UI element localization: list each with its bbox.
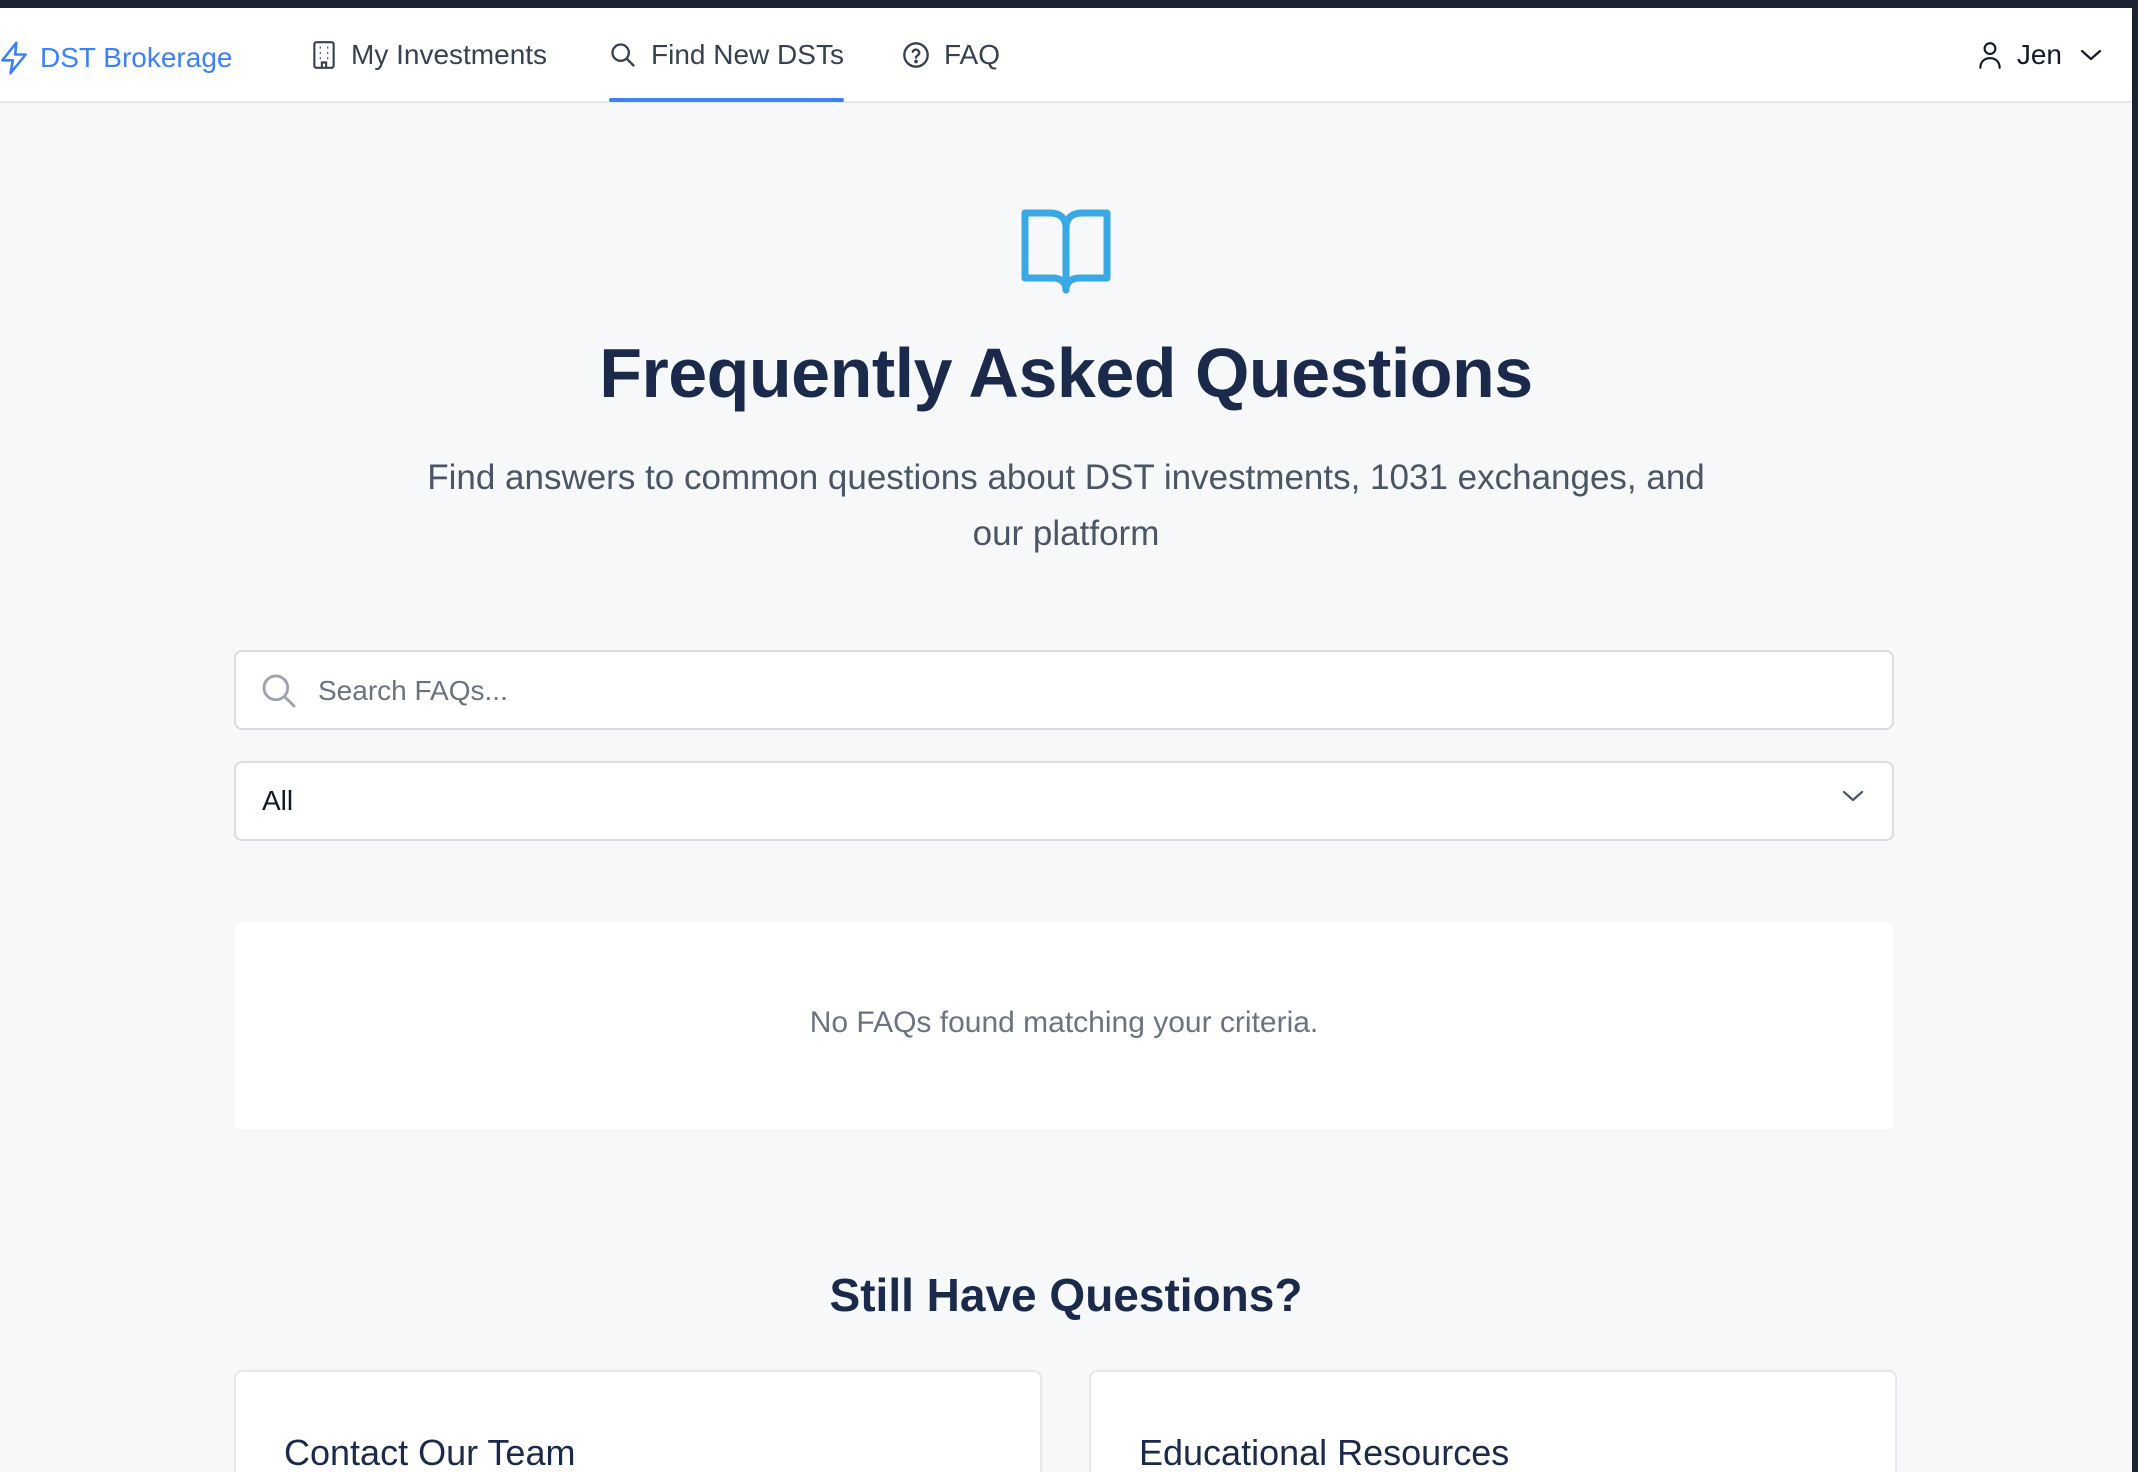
faq-results-empty: No FAQs found matching your criteria. (234, 922, 1894, 1130)
nav-item-label: My Investments (351, 38, 548, 70)
page-title: Frequently Asked Questions (599, 334, 1533, 412)
help-circle-icon (903, 41, 929, 68)
brand-link[interactable]: DST Brokerage (0, 38, 232, 78)
user-menu[interactable]: Jen (1977, 8, 2102, 101)
page-subtitle: Find answers to common questions about D… (427, 458, 1705, 553)
faq-search (234, 650, 1894, 730)
selected-category: All (262, 785, 294, 816)
nav-item-label: Find New DSTs (651, 38, 844, 70)
search-input[interactable] (316, 652, 1880, 730)
search-icon (611, 42, 635, 67)
lightning-icon (1, 41, 27, 75)
nav-item-my-investments[interactable]: My Investments (311, 8, 547, 101)
card-title: Educational Resources (1139, 1432, 1510, 1472)
chevron-down-icon (1842, 790, 1864, 802)
search-icon (262, 674, 296, 708)
user-name: Jen (2016, 38, 2062, 70)
contact-team-card[interactable]: Contact Our Team (234, 1370, 1042, 1472)
help-section-title: Still Have Questions? (829, 1269, 1303, 1321)
active-tab-indicator (609, 98, 844, 102)
nav-item-label: FAQ (944, 38, 1001, 70)
card-title: Contact Our Team (284, 1432, 576, 1472)
nav-item-faq[interactable]: FAQ (902, 8, 1000, 101)
category-filter-select[interactable]: All (234, 761, 1894, 841)
empty-state-message: No FAQs found matching your criteria. (809, 1006, 1319, 1039)
top-navigation: DST Brokerage My Investments Find New DS… (0, 8, 2132, 103)
book-open-icon (1021, 209, 1111, 294)
app-viewport: DST Brokerage My Investments Find New DS… (0, 8, 2132, 1472)
user-icon (1979, 41, 2001, 69)
building-icon (313, 40, 335, 69)
brand-name: DST Brokerage (40, 42, 233, 73)
nav-item-find-new-dsts[interactable]: Find New DSTs (609, 8, 844, 102)
chevron-down-icon (2080, 49, 2102, 60)
educational-resources-card[interactable]: Educational Resources (1089, 1370, 1897, 1472)
